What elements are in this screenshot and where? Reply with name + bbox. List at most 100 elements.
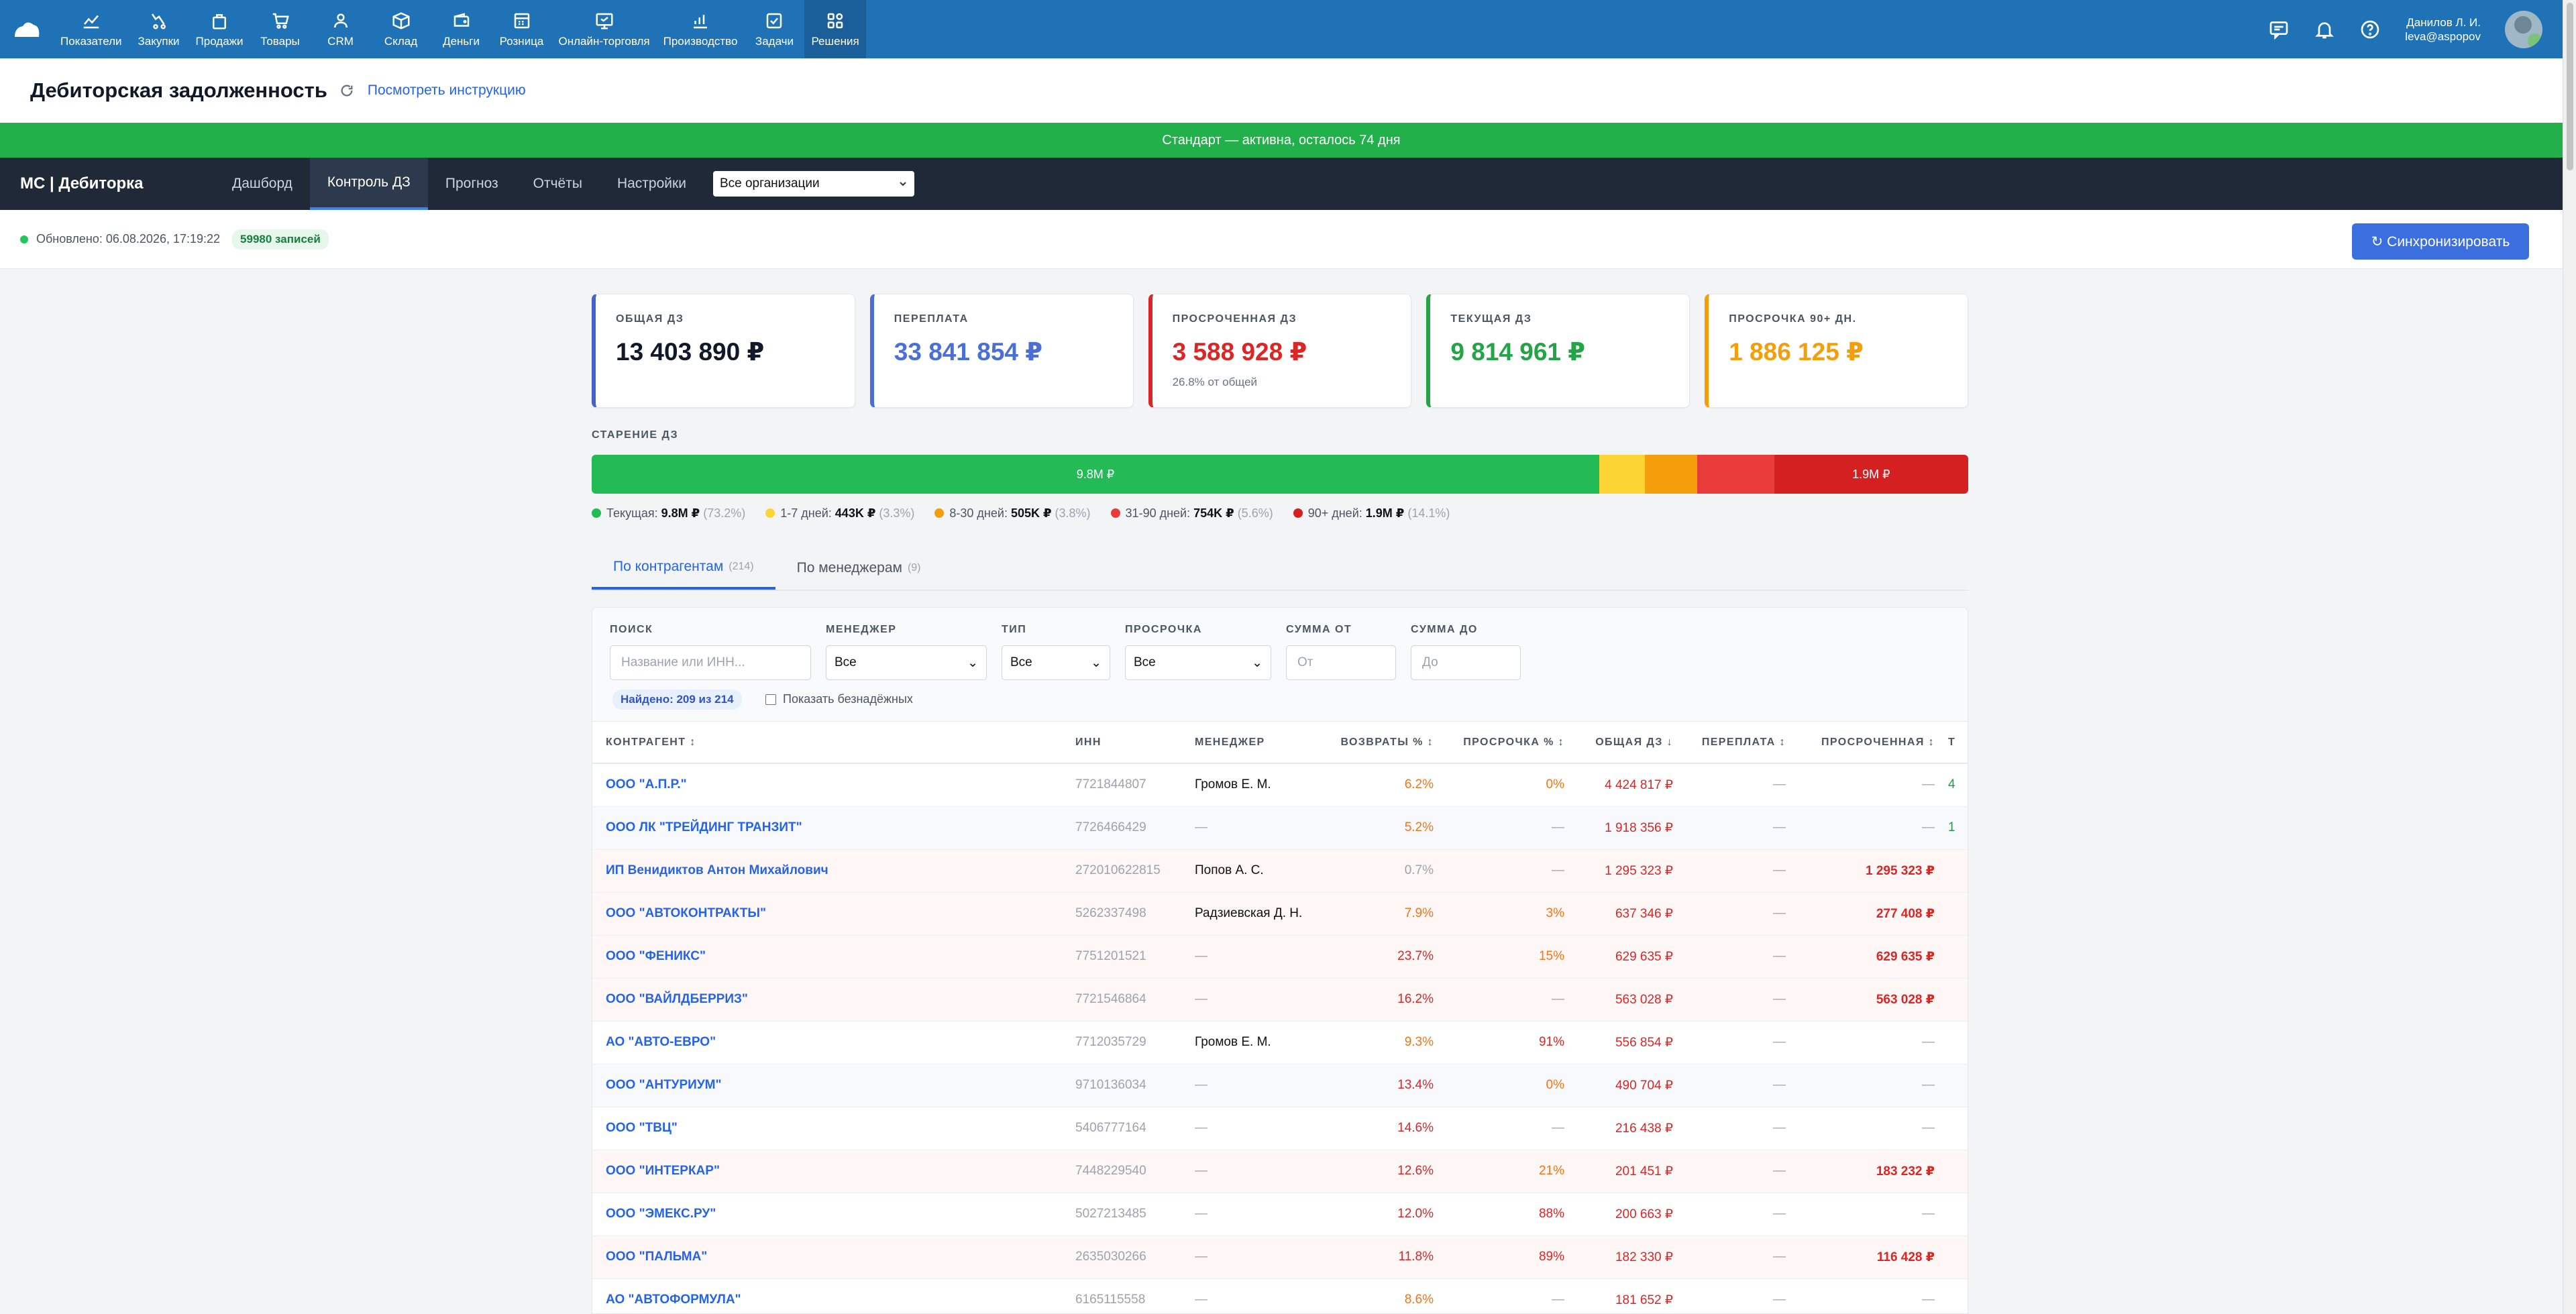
overdue-amount-cell: —	[1792, 1278, 1941, 1313]
counterparty-link[interactable]: ООО "АВТОКОНТРАКТЫ"	[592, 892, 1069, 936]
manager-select[interactable]: Все ⌄	[826, 645, 987, 680]
legend-name: Текущая	[606, 506, 655, 520]
counterparty-link[interactable]: ООО ЛК "ТРЕЙДИНГ ТРАНЗИТ"	[592, 806, 1069, 850]
module-tab-5[interactable]: Настройки	[600, 158, 704, 210]
view-tab-1[interactable]: По контрагентам (214)	[592, 547, 775, 590]
users-icon	[333, 13, 347, 28]
returns-cell: 16.2%	[1322, 978, 1440, 1022]
table-row[interactable]: ООО "ВАЙЛДБЕРРИЗ" 7721546864—16.2% —563 02…	[592, 978, 1968, 1022]
overpay-cell: —	[1680, 1236, 1792, 1279]
current-debt-cell	[1941, 849, 1968, 893]
column-header[interactable]: МЕНЕДЖЕР	[1188, 722, 1322, 764]
counterparty-link[interactable]: ООО "А.П.Р."	[592, 763, 1069, 807]
module-tabbar: МС | Дебиторка Дашборд Контроль ДЗ Прогноз…	[0, 158, 2563, 210]
overdue-percent-cell: —	[1440, 978, 1571, 1022]
overdue-select[interactable]: Все ⌄	[1125, 645, 1271, 680]
sum-to-input[interactable]: До	[1411, 645, 1521, 680]
table-row[interactable]: ООО "ПАЛЬМА" 2635030266—11.8% 89% 182 330 ₽…	[592, 1236, 1968, 1279]
purchases-icon	[151, 13, 166, 29]
nav-item-7[interactable]: Деньги	[431, 0, 492, 58]
chat-icon[interactable]	[2268, 19, 2290, 40]
table-row[interactable]: ИП Венидиктов Антон Михайлович 2720106228…	[592, 849, 1968, 893]
user-info[interactable]: Данилов Л. И. leva@aspopov	[2405, 15, 2481, 44]
nav-item-8[interactable]: Розница	[492, 0, 552, 58]
column-header[interactable]: КОНТРАГЕНТ ↕	[592, 722, 1069, 764]
module-tab-2[interactable]: Контроль ДЗ	[309, 158, 428, 210]
column-header[interactable]: ПРОСРОЧЕННАЯ ↕	[1792, 722, 1941, 764]
column-header[interactable]: ВОЗВРАТЫ % ↕	[1322, 722, 1440, 764]
search-input[interactable]: Название или ИНН...	[610, 645, 811, 680]
online-store-icon	[596, 13, 613, 29]
help-icon[interactable]	[2359, 19, 2381, 40]
show-hopeless-checkbox[interactable]: Показать безнадёжных	[765, 692, 913, 706]
organization-select[interactable]: Все организации	[712, 171, 914, 197]
manager-cell: —	[1188, 1236, 1322, 1279]
nav-item-6[interactable]: Склад	[371, 0, 431, 58]
view-tab-label: По контрагентам	[613, 559, 724, 574]
table-row[interactable]: ООО "А.П.Р." 7721844807 Громов Е. М. 6.2% 0%…	[592, 763, 1968, 807]
nav-item-9[interactable]: Онлайн-торговля	[552, 0, 657, 58]
nav-item-2[interactable]: Закупки	[129, 0, 189, 58]
show-hopeless-label: Показать безнадёжных	[783, 692, 913, 706]
column-header[interactable]: ОБЩАЯ ДЗ ↓	[1571, 722, 1680, 764]
nav-item-12[interactable]: Решения	[804, 0, 866, 58]
legend-item: 8-30 дней: 505K ₽ (3.8%)	[934, 506, 1091, 521]
inn-cell: 5027213485	[1069, 1193, 1188, 1236]
counterparty-link[interactable]: ООО "ВАЙЛДБЕРРИЗ"	[592, 978, 1069, 1022]
type-select[interactable]: Все ⌄	[1002, 645, 1110, 680]
bell-icon[interactable]	[2314, 19, 2335, 40]
table-row[interactable]: ООО "ИНТЕРКАР" 7448229540—12.6% 21% 201 451…	[592, 1150, 1968, 1193]
table-row[interactable]: АО "АВТО-ЕВРО" 7712035729 Громов Е. М. 9.3%…	[592, 1021, 1968, 1064]
sync-button[interactable]: ↻ Синхронизировать	[2352, 223, 2529, 260]
inn-cell: 2635030266	[1069, 1236, 1188, 1279]
legend-amount: 754K ₽	[1193, 506, 1234, 520]
counterparty-link[interactable]: ООО "ЭМЕКС.РУ"	[592, 1193, 1069, 1236]
avatar[interactable]	[2505, 10, 2542, 48]
module-tab-1[interactable]: Дашборд	[215, 158, 310, 210]
aging-segment	[1599, 455, 1645, 494]
counterparty-link[interactable]: ООО "ПАЛЬМА"	[592, 1236, 1069, 1279]
view-tab-2[interactable]: По менеджерам (9)	[775, 547, 943, 590]
table-header-row: КОНТРАГЕНТ ↕ ИНН МЕНЕДЖЕР ВОЗВРАТЫ % ↕ ПРОСР…	[592, 722, 1968, 764]
app-logo[interactable]	[0, 0, 54, 58]
module-brand: МС | Дебиторка	[20, 174, 144, 193]
column-header[interactable]: ИНН	[1069, 722, 1188, 764]
nav-item-label: Продажи	[195, 34, 244, 48]
manager-cell: Громов Е. М.	[1188, 1021, 1322, 1064]
kpi-value: 33 841 854 ₽	[894, 338, 1043, 366]
refresh-icon[interactable]	[339, 83, 354, 98]
table-row[interactable]: ООО "ТВЦ" 5406777164—14.6% —216 438 ₽ — —	[592, 1107, 1968, 1150]
instruction-link[interactable]: Посмотреть инструкцию	[368, 83, 526, 99]
counterparty-link[interactable]: ООО "ИНТЕРКАР"	[592, 1150, 1069, 1193]
total-debt-cell: 1 295 323 ₽	[1571, 849, 1680, 893]
table-row[interactable]: ООО "ФЕНИКС" 7751201521—23.7% 15% 629 635 ₽…	[592, 935, 1968, 979]
nav-item-11[interactable]: Задачи	[744, 0, 804, 58]
table-row[interactable]: ООО "АНТУРИУМ" 9710136034—13.4% 0% 490 704 …	[592, 1064, 1968, 1107]
column-header[interactable]: ПРОСРОЧКА % ↕	[1440, 722, 1571, 764]
nav-item-3[interactable]: Продажи	[189, 0, 250, 58]
table-row[interactable]: ООО ЛК "ТРЕЙДИНГ ТРАНЗИТ" 7726466429—5.2%…	[592, 806, 1968, 850]
sum-from-input[interactable]: От	[1286, 645, 1396, 680]
nav-item-1[interactable]: Показатели	[54, 0, 129, 58]
module-tab-3[interactable]: Прогноз	[428, 158, 516, 210]
checkbox-box[interactable]	[765, 694, 776, 705]
counterparty-link[interactable]: АО "АВТОФОРМУЛА"	[592, 1278, 1069, 1313]
module-tabs: Дашборд Контроль ДЗ Прогноз Отчёты Настройки	[215, 158, 704, 210]
counterparty-link[interactable]: ООО "АНТУРИУМ"	[592, 1064, 1069, 1107]
table-row[interactable]: АО "АВТОФОРМУЛА" 6165115558—8.6% —181 652 …	[592, 1278, 1968, 1313]
scrollbar-thumb[interactable]	[2567, 3, 2573, 170]
counterparty-link[interactable]: ООО "ФЕНИКС"	[592, 935, 1069, 979]
module-tab-4[interactable]: Отчёты	[516, 158, 600, 210]
nav-item-4[interactable]: Товары	[250, 0, 311, 58]
counterparty-link[interactable]: АО "АВТО-ЕВРО"	[592, 1021, 1069, 1064]
column-header[interactable]: Т	[1941, 722, 1968, 764]
kpi-card: ОБЩАЯ ДЗ 13 403 890 ₽	[592, 294, 855, 408]
nav-item-5[interactable]: CRM	[311, 0, 371, 58]
table-row[interactable]: ООО "ЭМЕКС.РУ" 5027213485—12.0% 88% 200 663…	[592, 1193, 1968, 1236]
column-header[interactable]: ПЕРЕПЛАТА ↕	[1680, 722, 1792, 764]
counterparty-link[interactable]: ООО "ТВЦ"	[592, 1107, 1069, 1150]
page-scrollbar[interactable]	[2563, 0, 2576, 1314]
counterparty-link[interactable]: ИП Венидиктов Антон Михайлович	[592, 849, 1069, 893]
table-row[interactable]: ООО "АВТОКОНТРАКТЫ" 5262337498 Радзиевская…	[592, 892, 1968, 936]
nav-item-10[interactable]: Производство	[657, 0, 745, 58]
